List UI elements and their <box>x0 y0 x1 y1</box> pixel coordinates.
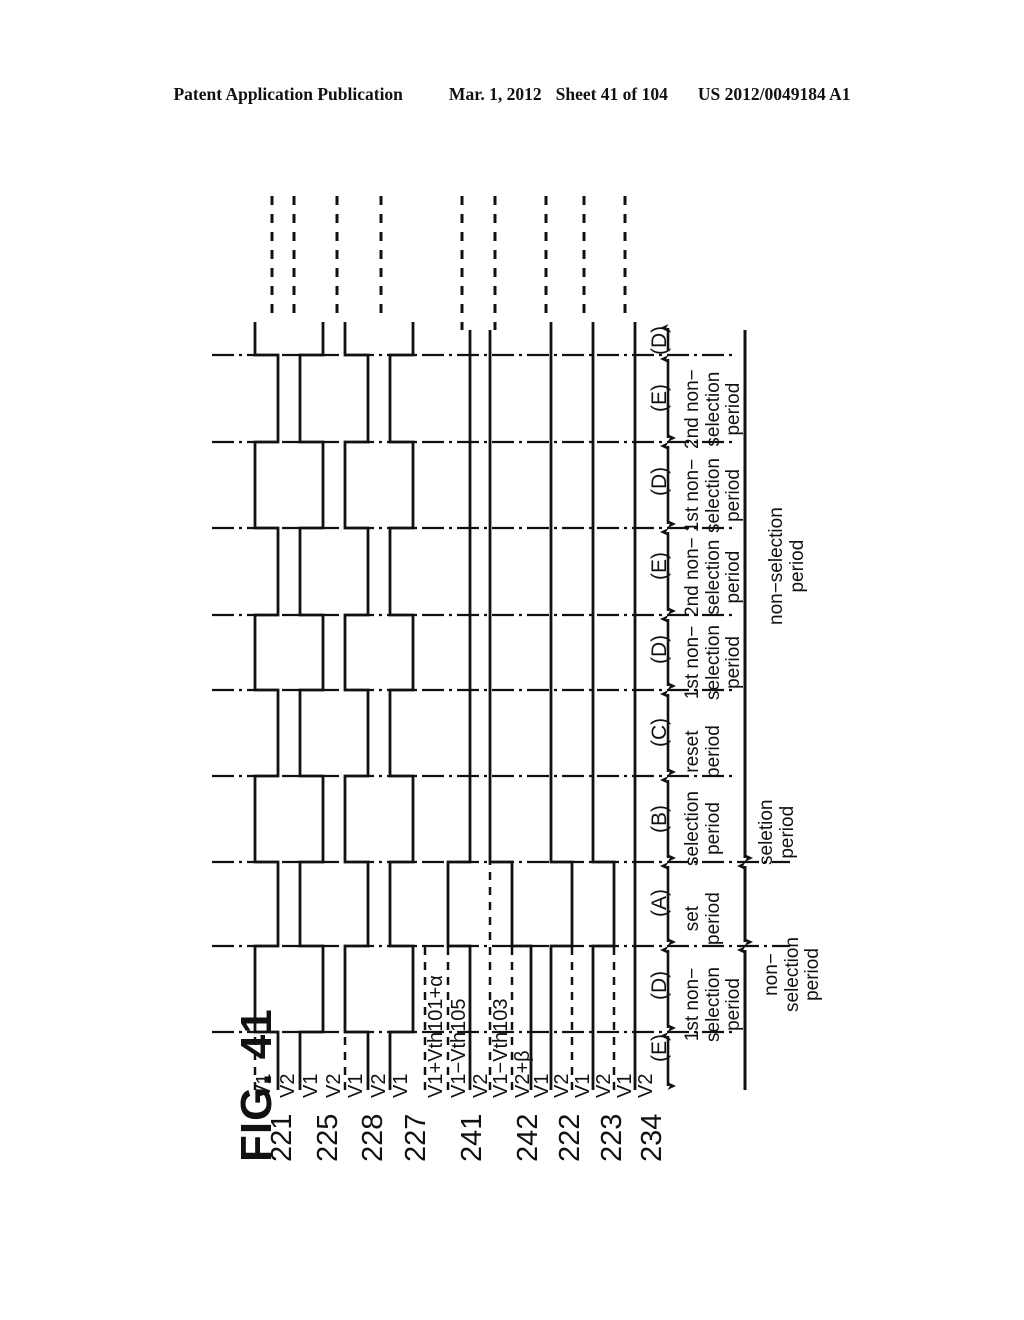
trace-242 <box>488 330 533 1090</box>
trace-228 <box>343 322 370 1090</box>
trace-223 <box>591 322 616 1090</box>
figure-timing-diagram: FIG. 41 221 225 228 227 241 242 222 223 … <box>0 0 1024 1320</box>
trace-241-reference-levels <box>423 946 450 1090</box>
waveform-canvas <box>212 196 790 1090</box>
trace-241 <box>446 330 472 1090</box>
trace-222 <box>549 322 574 1090</box>
trace-225 <box>298 322 325 1090</box>
trace-242-reference-levels <box>488 862 514 1090</box>
trace-227 <box>388 322 415 1090</box>
trace-continuation-dashes <box>270 196 627 330</box>
trace-221 <box>253 322 280 1090</box>
